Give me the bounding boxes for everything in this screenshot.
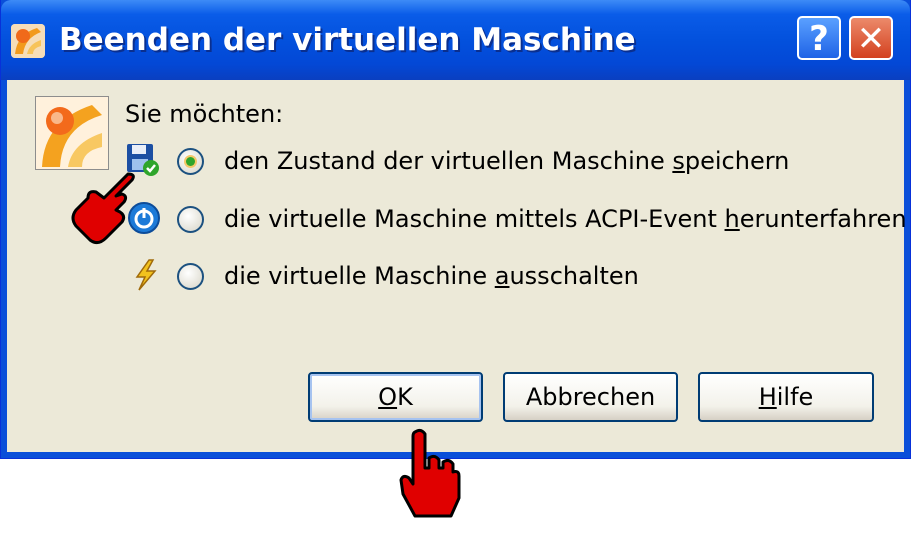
pointer-hand-icon xyxy=(397,428,463,524)
cancel-button[interactable]: Abbrechen xyxy=(503,372,678,422)
lightning-icon xyxy=(129,258,163,292)
ok-button[interactable]: OK xyxy=(308,372,483,422)
radio-acpi-shutdown[interactable] xyxy=(177,205,204,233)
radio-power-off[interactable] xyxy=(177,262,204,290)
option-power-off[interactable]: die virtuelle Maschine ausschalten xyxy=(177,259,639,293)
help-title-button[interactable]: ? xyxy=(797,16,841,60)
option-save-state[interactable]: den Zustand der virtuellen Maschine spei… xyxy=(177,144,789,178)
option-save-state-label: den Zustand der virtuellen Maschine spei… xyxy=(224,147,790,175)
virtualbox-app-icon xyxy=(11,24,45,58)
option-acpi-shutdown[interactable]: die virtuelle Maschine mittels ACPI-Even… xyxy=(177,202,907,236)
window-title: Beenden der virtuellen Maschine xyxy=(59,22,636,58)
option-power-off-label: die virtuelle Maschine ausschalten xyxy=(224,262,639,290)
pointer-hand-icon xyxy=(66,168,136,252)
dialog-body: Sie möchten: den Zustand der virtuellen … xyxy=(7,80,907,452)
title-bar[interactable]: Beenden der virtuellen Maschine ? ✕ xyxy=(1,0,910,80)
prompt-label: Sie möchten: xyxy=(125,100,284,128)
close-button[interactable]: ✕ xyxy=(849,16,893,60)
dialog-window: Beenden der virtuellen Maschine ? ✕ Sie … xyxy=(0,0,911,459)
radio-save-state[interactable] xyxy=(177,147,204,175)
virtualbox-logo-icon xyxy=(35,96,109,170)
option-acpi-shutdown-label: die virtuelle Maschine mittels ACPI-Even… xyxy=(224,205,907,233)
help-button[interactable]: Hilfe xyxy=(698,372,874,422)
